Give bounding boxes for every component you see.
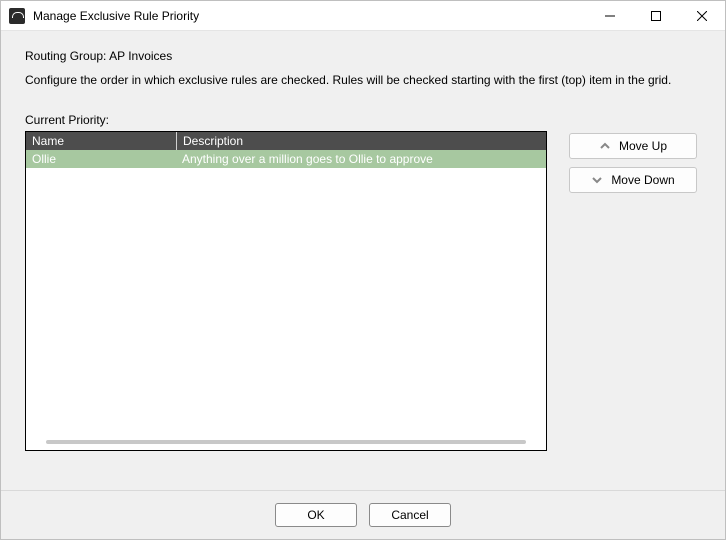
close-button[interactable] [679,1,725,31]
dialog-window: Manage Exclusive Rule Priority Routing G… [0,0,726,540]
cell-description: Anything over a million goes to Ollie to… [176,152,546,166]
move-down-label: Move Down [611,173,674,187]
chevron-down-icon [591,174,603,186]
minimize-icon [605,11,615,21]
routing-group-line: Routing Group: AP Invoices [25,49,701,63]
window-title: Manage Exclusive Rule Priority [33,9,199,23]
grid-body: Ollie Anything over a million goes to Ol… [26,150,546,450]
side-buttons: Move Up Move Down [569,131,697,193]
close-icon [697,11,707,21]
maximize-icon [651,11,661,21]
current-priority-label: Current Priority: [25,113,701,127]
grid-side-wrap: Name Description Ollie Anything over a m… [25,131,701,480]
description-text: Configure the order in which exclusive r… [25,73,701,87]
table-row[interactable]: Ollie Anything over a million goes to Ol… [26,150,546,168]
title-bar: Manage Exclusive Rule Priority [1,1,725,31]
routing-group-value: AP Invoices [109,49,172,63]
app-icon [9,8,25,24]
cell-name: Ollie [26,152,176,166]
move-down-button[interactable]: Move Down [569,167,697,193]
cancel-button[interactable]: Cancel [369,503,451,527]
move-up-button[interactable]: Move Up [569,133,697,159]
grid-header: Name Description [26,132,546,150]
dialog-footer: OK Cancel [1,491,725,539]
routing-group-prefix: Routing Group: [25,49,106,63]
ok-button[interactable]: OK [275,503,357,527]
grid-horizontal-scrollbar[interactable] [46,440,526,444]
maximize-button[interactable] [633,1,679,31]
column-header-description[interactable]: Description [176,132,546,150]
minimize-button[interactable] [587,1,633,31]
move-up-label: Move Up [619,139,667,153]
column-header-name[interactable]: Name [26,132,176,150]
content-area: Routing Group: AP Invoices Configure the… [1,31,725,490]
chevron-up-icon [599,140,611,152]
priority-grid[interactable]: Name Description Ollie Anything over a m… [25,131,547,451]
